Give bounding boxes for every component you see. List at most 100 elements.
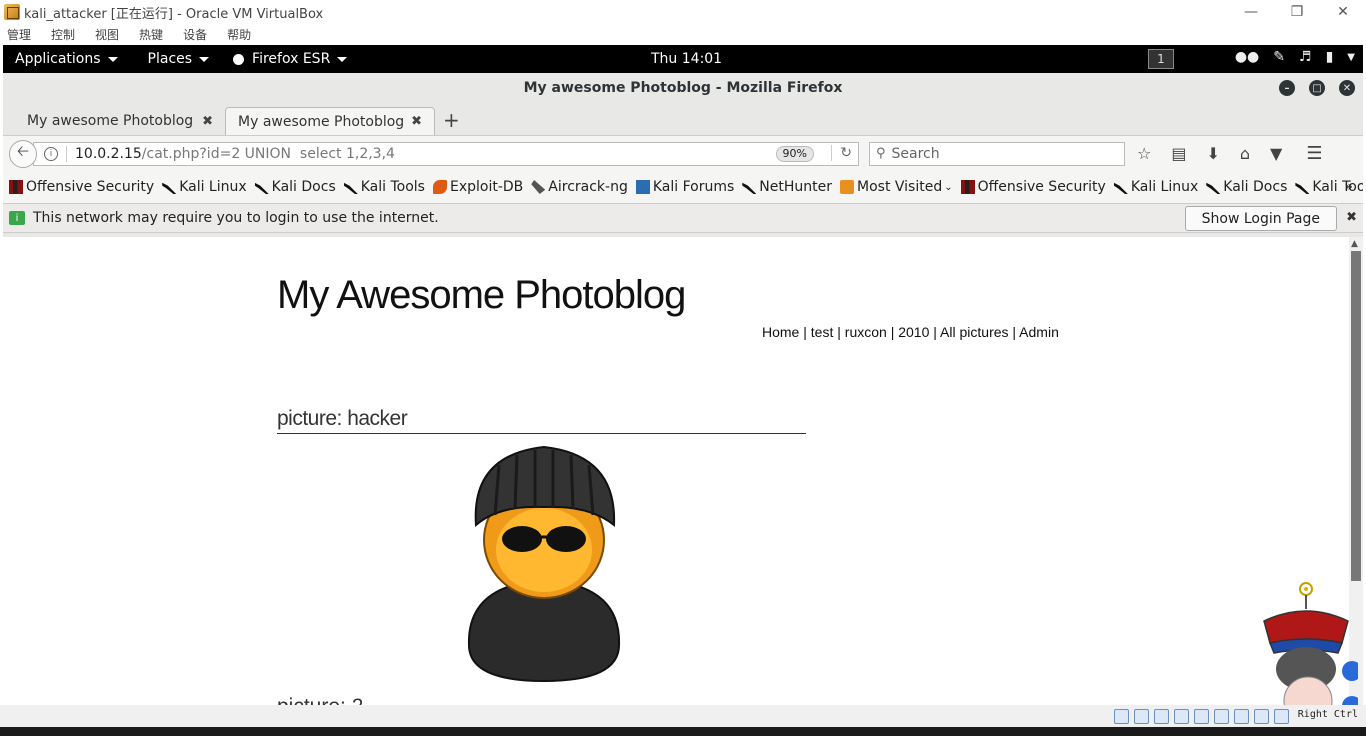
vbox-menubar: 管理 控制 视图 热键 设备 帮助 [0, 24, 1366, 45]
bookmark-label: Most Visited [857, 179, 943, 195]
bookmark-kali-docs[interactable]: Kali Docs [1206, 179, 1287, 195]
bookmark-label: Offensive Security [977, 179, 1106, 195]
clock[interactable]: Thu 14:01 [651, 51, 722, 67]
nav-link-home[interactable]: Home [762, 324, 799, 340]
places-label: Places [147, 51, 193, 67]
bookmark-label: Aircrack-ng [548, 179, 628, 195]
site-info-icon[interactable]: i [44, 146, 58, 161]
bookmark-kali-linux[interactable]: Kali Linux [1113, 179, 1198, 195]
optical-drive-icon[interactable] [1133, 708, 1149, 724]
nav-link-ruxcon[interactable]: ruxcon [845, 324, 887, 340]
kali-icon [1113, 182, 1128, 194]
url-separator [66, 145, 67, 162]
bookmark-nethunter[interactable]: NetHunter [742, 179, 832, 195]
tab-photoblog-1[interactable]: My awesome Photoblog ✖ [15, 107, 225, 135]
host-taskbar [0, 727, 1366, 736]
url-host: 10.0.2.15 [75, 145, 142, 162]
back-arrow-icon[interactable]: 🡠 [9, 139, 37, 168]
vbox-status-bar: Right Ctrl [0, 705, 1366, 727]
recording-icon[interactable] [1233, 708, 1249, 724]
minimize-icon[interactable]: – [1279, 80, 1295, 96]
firefox-window: My awesome Photoblog - Mozilla Firefox –… [3, 73, 1363, 705]
chevron-down-icon: ⌄ [944, 181, 953, 193]
bookmark-star-icon[interactable]: ☆ [1137, 144, 1151, 163]
vbox-menu-item[interactable]: 控制 [51, 26, 75, 43]
video-devices-icon: ●● [1234, 49, 1260, 65]
applications-label: Applications [15, 51, 101, 67]
bookmarks-overflow-icon[interactable]: » [1344, 179, 1353, 195]
restore-icon[interactable]: ❐ [1274, 0, 1320, 24]
places-menu[interactable]: Places [136, 45, 222, 73]
next-picture-heading: picture: 2 [277, 695, 363, 705]
search-input[interactable]: ⚲ Search [869, 141, 1125, 166]
vbox-menu-item[interactable]: 帮助 [227, 26, 251, 43]
search-icon: ⚲ [876, 146, 886, 161]
bookmark-aircrack-ng[interactable]: Aircrack-ng [531, 179, 628, 195]
bookmark-kali-tools[interactable]: Kali Tools [343, 179, 425, 195]
home-icon[interactable]: ⌂ [1240, 144, 1250, 163]
vbox-menu-item[interactable]: 管理 [7, 26, 31, 43]
vbox-menu-item[interactable]: 设备 [183, 26, 207, 43]
tab-close-icon[interactable]: ✖ [411, 114, 422, 129]
nav-link-all-pictures[interactable]: All pictures [940, 324, 1008, 340]
cpu-icon[interactable] [1253, 708, 1269, 724]
new-tab-icon[interactable]: + [443, 108, 460, 132]
usb-icon[interactable] [1173, 708, 1189, 724]
bookmark-kali-forums[interactable]: Kali Forums [635, 179, 735, 195]
gnome-top-bar: Applications Places Firefox ESR Thu 14:0… [3, 45, 1363, 73]
firefox-app-icon [233, 53, 245, 65]
bookmark-label: Kali Forums [652, 179, 735, 195]
maximize-icon[interactable]: □ [1309, 80, 1325, 96]
notification-message: This network may require you to login to… [33, 210, 439, 226]
applications-menu[interactable]: Applications [3, 45, 130, 73]
tab-photoblog-2[interactable]: My awesome Photoblog ✖ [225, 107, 435, 135]
tab-close-icon[interactable]: ✖ [202, 114, 213, 129]
workspace-indicator[interactable]: 1 [1148, 49, 1174, 69]
bookmark-label: Exploit-DB [449, 179, 524, 195]
reading-list-icon[interactable]: ▤ [1171, 144, 1186, 163]
close-icon[interactable]: ✖ [1346, 210, 1357, 225]
reload-icon[interactable]: ↻ [831, 144, 852, 161]
kali-icon [742, 182, 757, 194]
zoom-indicator[interactable]: 90% [775, 145, 814, 162]
hacker-picture[interactable] [459, 445, 629, 685]
bookmark-exploit-db[interactable]: Exploit-DB [432, 179, 524, 195]
kali-icon [1295, 182, 1310, 194]
scrollbar-thumb[interactable] [1351, 251, 1361, 581]
kaliforums-icon [635, 180, 650, 194]
tab-label: My awesome Photoblog [27, 113, 194, 129]
aircrack-icon [531, 180, 546, 194]
display-icon[interactable] [1213, 708, 1229, 724]
url-bar[interactable]: i 10.0.2.15 /cat.php?id=2 UNION select 1… [33, 141, 859, 166]
nav-link-test[interactable]: test [811, 324, 834, 340]
menu-hamburger-icon[interactable]: ☰ [1306, 143, 1322, 164]
site-title: My Awesome Photoblog [277, 273, 686, 317]
kali-icon [343, 182, 358, 194]
scroll-up-icon[interactable]: ▲ [1351, 239, 1358, 249]
firefox-window-title: My awesome Photoblog - Mozilla Firefox [523, 80, 843, 96]
nav-link-2010[interactable]: 2010 [898, 324, 929, 340]
bookmark-label: Kali Docs [1223, 179, 1288, 195]
network-icon[interactable] [1153, 708, 1169, 724]
firefox-app-menu[interactable]: Firefox ESR [221, 45, 359, 73]
bookmark-offensive-security[interactable]: Offensive Security [960, 179, 1106, 195]
tray-caret-icon: ▼ [1347, 51, 1355, 63]
mouse-integration-icon[interactable] [1273, 708, 1289, 724]
bookmark-kali-docs[interactable]: Kali Docs [254, 179, 336, 195]
nav-link-admin[interactable]: Admin [1019, 324, 1059, 340]
bookmark-offensive-security[interactable]: Offensive Security [9, 179, 154, 195]
hard-disk-icon[interactable] [1113, 708, 1129, 724]
bookmarks-toolbar: Offensive Security Kali Linux Kali Docs … [3, 171, 1363, 203]
close-icon[interactable]: ✕ [1320, 0, 1366, 24]
show-login-page-button[interactable]: Show Login Page [1184, 206, 1337, 231]
close-icon[interactable]: ✕ [1339, 80, 1355, 96]
pocket-icon[interactable]: ▼ [1270, 144, 1282, 163]
bookmark-most-visited[interactable]: Most Visited ⌄ [840, 179, 953, 195]
download-icon[interactable]: ⬇ [1206, 144, 1219, 163]
vbox-menu-item[interactable]: 热键 [139, 26, 163, 43]
minimize-icon[interactable]: — [1228, 0, 1274, 24]
shared-folders-icon[interactable] [1193, 708, 1209, 724]
vbox-menu-item[interactable]: 视图 [95, 26, 119, 43]
system-tray[interactable]: ●● ✎ ♬ ▮ ▼ [1235, 49, 1355, 65]
bookmark-kali-linux[interactable]: Kali Linux [162, 179, 247, 195]
